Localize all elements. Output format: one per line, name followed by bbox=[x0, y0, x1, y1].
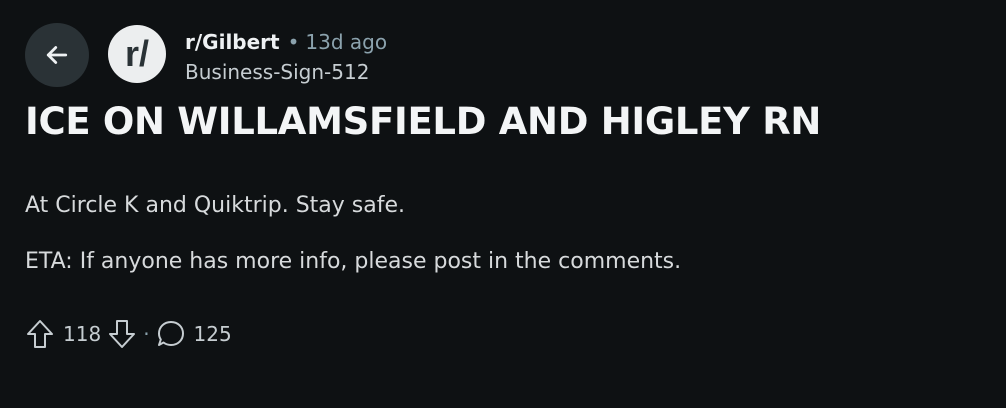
comments-button[interactable]: 125 bbox=[156, 319, 232, 349]
post-body-paragraph: At Circle K and Quiktrip. Stay safe. bbox=[25, 193, 406, 218]
post-title: ICE ON WILLAMSFIELD AND HIGLEY RN bbox=[25, 100, 822, 143]
post-body-paragraph: ETA: If anyone has more info, please pos… bbox=[25, 249, 682, 274]
back-button[interactable] bbox=[25, 23, 89, 87]
subreddit-avatar[interactable]: r/ bbox=[108, 25, 166, 83]
author-link[interactable]: Business-Sign-512 bbox=[185, 60, 369, 84]
svg-text:r/: r/ bbox=[125, 33, 149, 74]
post-meta: r/Gilbert • 13d ago bbox=[185, 28, 387, 56]
arrow-up-icon bbox=[27, 320, 53, 348]
vote-score: 118 bbox=[63, 322, 102, 346]
action-separator: · bbox=[143, 322, 150, 346]
upvote-button[interactable] bbox=[25, 318, 55, 350]
speech-bubble-icon bbox=[157, 321, 184, 346]
subreddit-link[interactable]: r/Gilbert bbox=[185, 30, 280, 54]
comment-count: 125 bbox=[193, 322, 232, 346]
post-timestamp: 13d ago bbox=[305, 30, 388, 54]
subreddit-avatar-glyph: r/ bbox=[125, 33, 149, 74]
arrow-left-icon bbox=[46, 46, 68, 64]
post-action-bar: 118 · 125 bbox=[25, 314, 232, 354]
arrow-down-icon bbox=[109, 320, 136, 348]
downvote-button[interactable] bbox=[107, 318, 137, 350]
meta-separator: • bbox=[287, 30, 300, 54]
